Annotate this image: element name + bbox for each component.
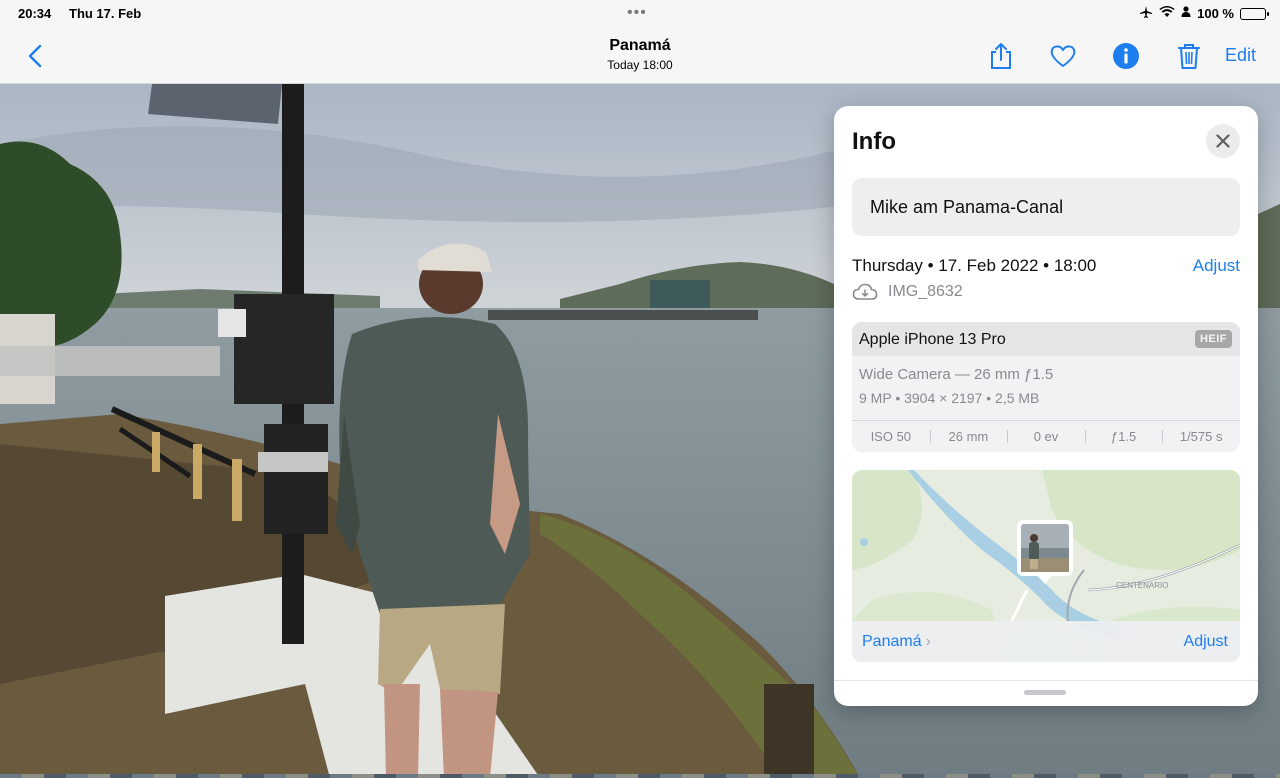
camera-header: Apple iPhone 13 Pro HEIF [852, 322, 1240, 356]
file-line: IMG_8632 [852, 283, 963, 301]
close-icon [1216, 134, 1230, 148]
wifi-icon [1159, 6, 1175, 21]
photos-app-screen: 20:34 Thu 17. Feb ••• 100 % Panamá Today… [0, 0, 1280, 778]
status-date: Thu 17. Feb [69, 6, 142, 21]
exif-focal-length: 26 mm [929, 429, 1008, 444]
airplane-icon [1139, 5, 1153, 22]
exif-aperture: ƒ1.5 [1084, 429, 1163, 444]
adjust-location-button[interactable]: Adjust [1184, 633, 1228, 651]
map-footer: Panamá › Adjust [852, 621, 1240, 662]
image-specs: 9 MP • 3904 × 2197 • 2,5 MB [859, 390, 1040, 406]
thumbnail-strip[interactable] [0, 774, 1280, 778]
nav-subtitle: Today 18:00 [607, 58, 673, 72]
location-link[interactable]: Panamá › [862, 633, 931, 651]
status-bar: 20:34 Thu 17. Feb ••• 100 % [0, 0, 1280, 28]
heart-icon[interactable] [1048, 41, 1078, 71]
exif-exposure-bias: 0 ev [1007, 429, 1085, 444]
exif-row: ISO 50 26 mm 0 ev ƒ1.5 1/575 s [852, 420, 1240, 452]
location-name: Panamá [862, 633, 922, 650]
close-button[interactable] [1206, 124, 1240, 158]
caption-field[interactable]: Mike am Panama-Canal [852, 178, 1240, 236]
exif-shutter-speed: 1/575 s [1162, 429, 1240, 444]
info-icon[interactable] [1111, 41, 1141, 71]
adjust-date-button[interactable]: Adjust [1193, 256, 1240, 276]
share-icon[interactable] [986, 41, 1016, 71]
trash-icon[interactable] [1174, 41, 1204, 71]
format-badge: HEIF [1194, 330, 1232, 348]
status-indicators: 100 % [1139, 5, 1269, 22]
map-road-label: CENTENARIO [1116, 581, 1168, 590]
info-panel: Info Mike am Panama-Canal Thursday • 17.… [834, 106, 1258, 706]
nav-title: Panamá [609, 37, 671, 54]
chevron-right-icon: › [925, 633, 931, 650]
nav-bar: Panamá Today 18:00 Edit [0, 28, 1280, 84]
camera-model: Apple iPhone 13 Pro [859, 331, 1006, 348]
filename: IMG_8632 [888, 283, 963, 300]
multitasking-dots[interactable]: ••• [627, 5, 647, 21]
battery-percent: 100 % [1197, 6, 1234, 21]
status-time: 20:34 [18, 6, 52, 21]
sheet-divider [834, 680, 1258, 681]
exif-iso: ISO 50 [870, 429, 912, 444]
location-map[interactable]: CENTENARIO Panamá › Adjust [852, 470, 1240, 662]
edit-button[interactable]: Edit [1225, 45, 1256, 66]
date-time-line: Thursday • 17. Feb 2022 • 18:00 [852, 256, 1097, 275]
person-icon [1181, 6, 1191, 21]
battery-icon [1240, 7, 1269, 20]
lens-info: Wide Camera — 26 mm ƒ1.5 [859, 366, 1054, 383]
camera-metadata-card: Apple iPhone 13 Pro HEIF Wide Camera — 2… [852, 322, 1240, 452]
sheet-grabber[interactable] [1024, 690, 1066, 695]
icloud-icon [852, 283, 878, 300]
info-title: Info [852, 128, 896, 155]
